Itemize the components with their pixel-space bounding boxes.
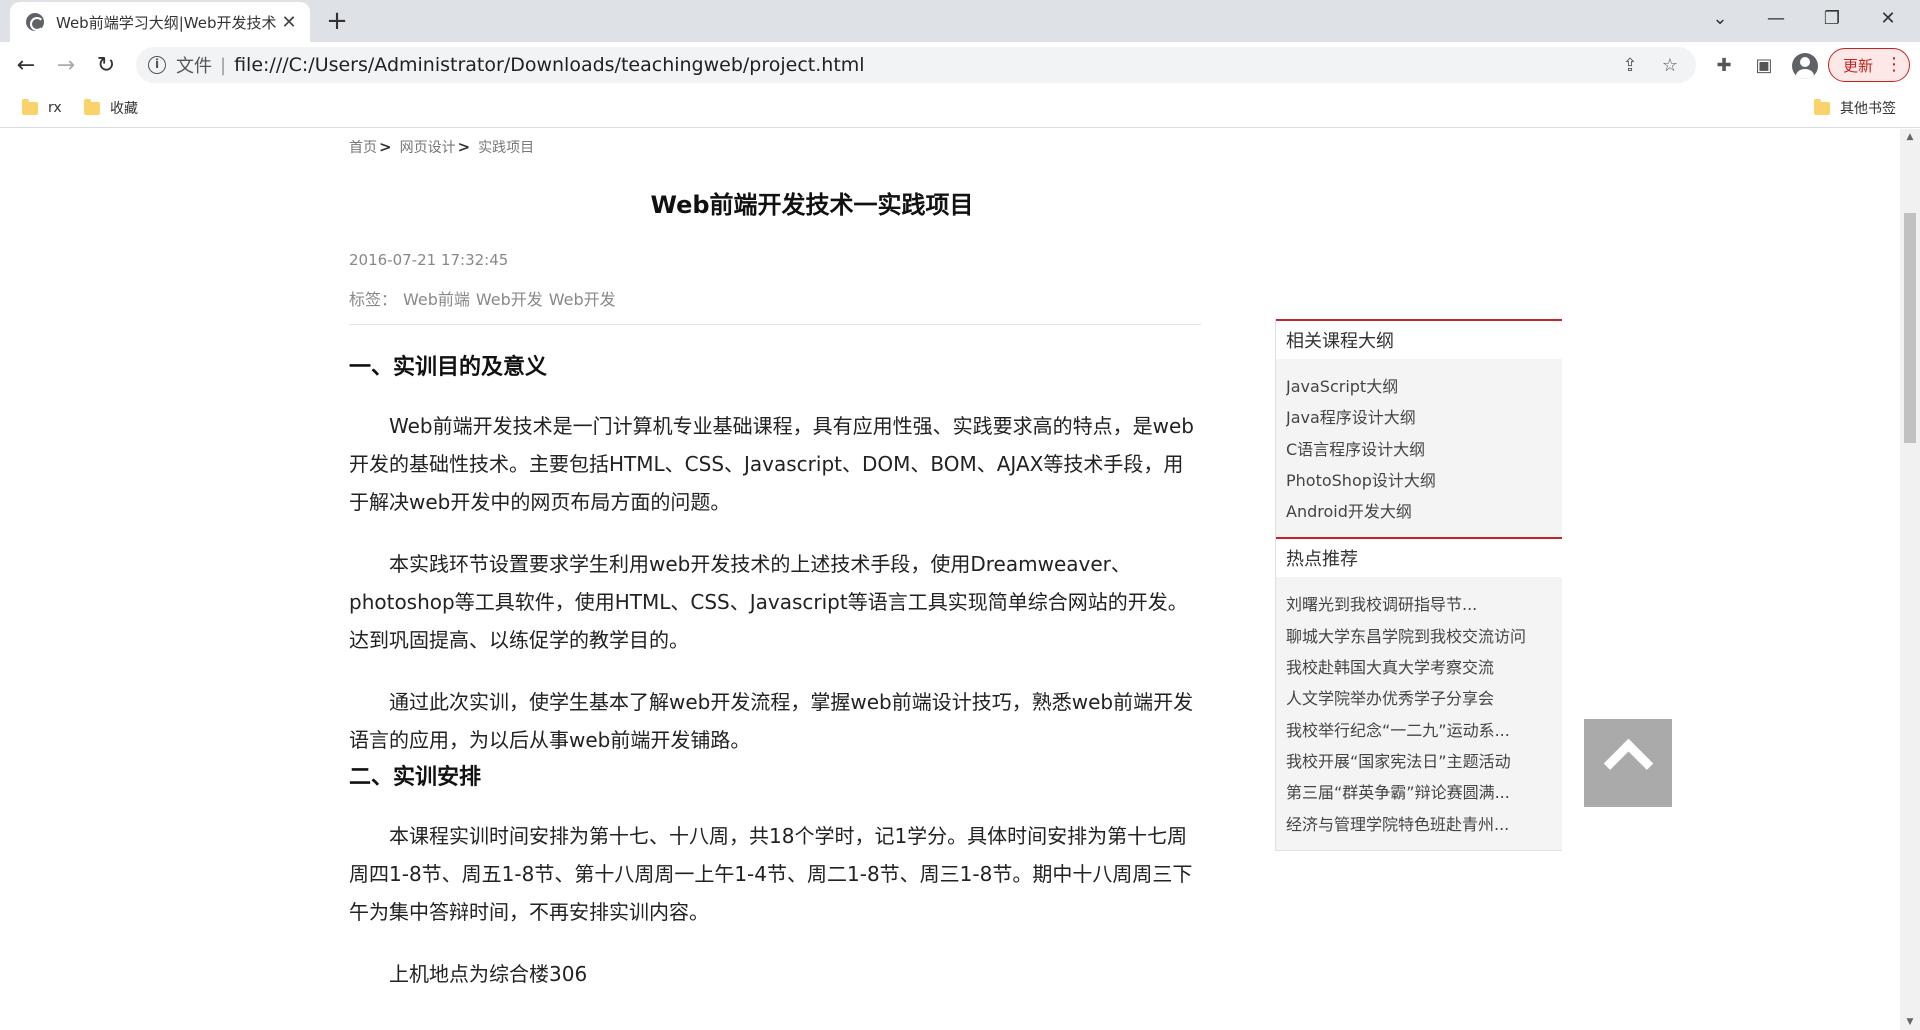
page-title: Web前端开发技术一实践项目	[650, 191, 974, 219]
bookmark-folder-favorites[interactable]: 收藏	[84, 98, 138, 118]
scroll-up-icon[interactable]: ▲	[1900, 129, 1920, 145]
list-item[interactable]: Java程序设计大纲	[1286, 402, 1552, 433]
minimize-icon[interactable]: —	[1748, 0, 1804, 38]
tag-link[interactable]: Web前端	[403, 286, 470, 310]
tab-title: Web前端学习大纲|Web开发技术	[56, 13, 276, 32]
sidebar: 相关课程大纲 JavaScript大纲 Java程序设计大纲 C语言程序设计大纲…	[1275, 319, 1562, 851]
page-scrollbar[interactable]: ▲ ▼	[1900, 129, 1920, 1030]
back-button[interactable]: ←	[10, 50, 42, 82]
paragraph: 本实践环节设置要求学生利用web开发技术的上述技术手段，使用Dreamweave…	[349, 552, 1188, 652]
update-button[interactable]: 更新 ⋮	[1828, 48, 1910, 82]
list-item[interactable]: C语言程序设计大纲	[1286, 434, 1552, 465]
back-to-top-button[interactable]	[1584, 719, 1672, 807]
folder-icon	[1814, 98, 1830, 115]
paragraph: 上机地点为综合楼306	[389, 962, 588, 986]
new-tab-button[interactable]: +	[322, 6, 352, 36]
paragraph: 本课程实训时间安排为第十七、十八周，共18个学时，记1学分。具体时间安排为第十七…	[349, 824, 1193, 924]
update-label: 更新	[1843, 56, 1874, 75]
list-item[interactable]: 我校开展“国家宪法日”主题活动	[1286, 746, 1552, 777]
paragraph: 通过此次实训，使学生基本了解web开发流程，掌握web前端设计技巧，熟悉web前…	[349, 690, 1194, 752]
breadcrumb-home[interactable]: 首页	[349, 137, 377, 157]
related-courses-list: JavaScript大纲 Java程序设计大纲 C语言程序设计大纲 PhotoS…	[1276, 359, 1562, 538]
scroll-down-icon[interactable]: ▼	[1900, 1014, 1920, 1030]
browser-tab[interactable]: Web前端学习大纲|Web开发技术 ✕	[10, 2, 310, 42]
list-item[interactable]: JavaScript大纲	[1286, 371, 1552, 402]
related-courses-title: 相关课程大纲	[1276, 319, 1562, 359]
avatar[interactable]	[1792, 53, 1818, 79]
breadcrumb-web-design[interactable]: 网页设计	[400, 137, 456, 157]
list-item[interactable]: Android开发大纲	[1286, 496, 1552, 527]
more-menu-icon[interactable]: ⋮	[1885, 56, 1903, 74]
bookmark-label: rx	[48, 100, 62, 116]
breadcrumb: 首页 > 网页设计 > 实践项目	[349, 137, 534, 157]
list-item[interactable]: 聊城大学东昌学院到我校交流访问	[1286, 621, 1552, 652]
list-item[interactable]: 我校赴韩国大真大学考察交流	[1286, 652, 1552, 683]
scroll-thumb[interactable]	[1904, 213, 1916, 443]
breadcrumb-separator: >	[457, 138, 471, 156]
list-item[interactable]: 刘曙光到我校调研指导节...	[1286, 589, 1552, 620]
restore-icon[interactable]: ❐	[1804, 0, 1860, 38]
section-heading: 一、实训目的及意义	[349, 355, 548, 380]
tags-label: 标签：	[349, 290, 398, 309]
url-scheme-label: 文件	[176, 56, 212, 77]
folder-icon	[22, 98, 38, 115]
tab-search-icon[interactable]: ⌄	[1692, 0, 1748, 38]
share-icon[interactable]: ⇪	[1620, 56, 1640, 76]
list-item[interactable]: 人文学院举办优秀学子分享会	[1286, 683, 1552, 714]
url-separator: |	[220, 54, 227, 76]
bookmark-folder-rx[interactable]: rx	[22, 98, 62, 118]
tag-link[interactable]: Web开发	[549, 286, 616, 310]
globe-icon	[26, 13, 44, 31]
hot-recommend-title: 热点推荐	[1276, 537, 1562, 578]
reload-icon: ↻	[96, 53, 116, 78]
reload-button[interactable]: ↻	[90, 50, 122, 82]
tag-link[interactable]: Web开发	[476, 286, 543, 310]
puzzle-icon[interactable]: ✚	[1712, 54, 1736, 78]
side-panel-icon[interactable]: ▣	[1752, 54, 1776, 78]
list-item[interactable]: 我校举行纪念“一二九”运动系...	[1286, 715, 1552, 746]
list-item[interactable]: PhotoShop设计大纲	[1286, 465, 1552, 496]
other-bookmarks-folder[interactable]: 其他书签	[1814, 98, 1896, 118]
article-content: 一、实训目的及意义 Web前端开发技术是一门计算机专业基础课程，具有应用性强、实…	[349, 353, 1201, 993]
section-heading: 二、实训安排	[349, 765, 482, 790]
bookmarks-bar: rx 收藏 其他书签	[0, 88, 1920, 128]
list-item[interactable]: 经济与管理学院特色班赴青州...	[1286, 809, 1552, 840]
breadcrumb-separator: >	[379, 138, 392, 156]
address-bar[interactable]: i 文件 | file:///C:/Users/Administrator/Do…	[136, 47, 1696, 83]
arrow-right-icon: →	[56, 53, 76, 78]
breadcrumb-current[interactable]: 实践项目	[478, 137, 534, 157]
arrow-left-icon: ←	[16, 53, 36, 78]
tag-list: 标签： Web前端 Web开发 Web开发	[349, 286, 616, 310]
bookmark-label: 收藏	[110, 101, 138, 117]
paragraph: Web前端开发技术是一门计算机专业基础课程，具有应用性强、实践要求高的特点，是w…	[349, 414, 1194, 514]
window-close-icon[interactable]: ✕	[1860, 0, 1916, 38]
divider	[349, 324, 1201, 325]
star-icon[interactable]: ☆	[1660, 56, 1680, 76]
forward-button[interactable]: →	[50, 50, 82, 82]
hot-recommend-list: 刘曙光到我校调研指导节... 聊城大学东昌学院到我校交流访问 我校赴韩国大真大学…	[1276, 577, 1562, 850]
tab-close-icon[interactable]: ✕	[278, 12, 300, 33]
tab-strip: Web前端学习大纲|Web开发技术 ✕ + ⌄ — ❐ ✕	[0, 0, 1920, 42]
bookmark-label: 其他书签	[1840, 101, 1896, 117]
page-viewport: 首页 > 网页设计 > 实践项目 Web前端开发技术一实践项目 2016-07-…	[0, 129, 1900, 1030]
folder-icon	[84, 98, 100, 115]
url-text[interactable]: file:///C:/Users/Administrator/Downloads…	[234, 54, 865, 76]
publish-date: 2016-07-21 17:32:45	[349, 251, 509, 269]
browser-toolbar: ← → ↻ i 文件 | file:///C:/Users/Administra…	[0, 42, 1920, 88]
list-item[interactable]: 第三届“群英争霸”辩论赛圆满...	[1286, 777, 1552, 808]
info-icon[interactable]: i	[148, 56, 166, 74]
